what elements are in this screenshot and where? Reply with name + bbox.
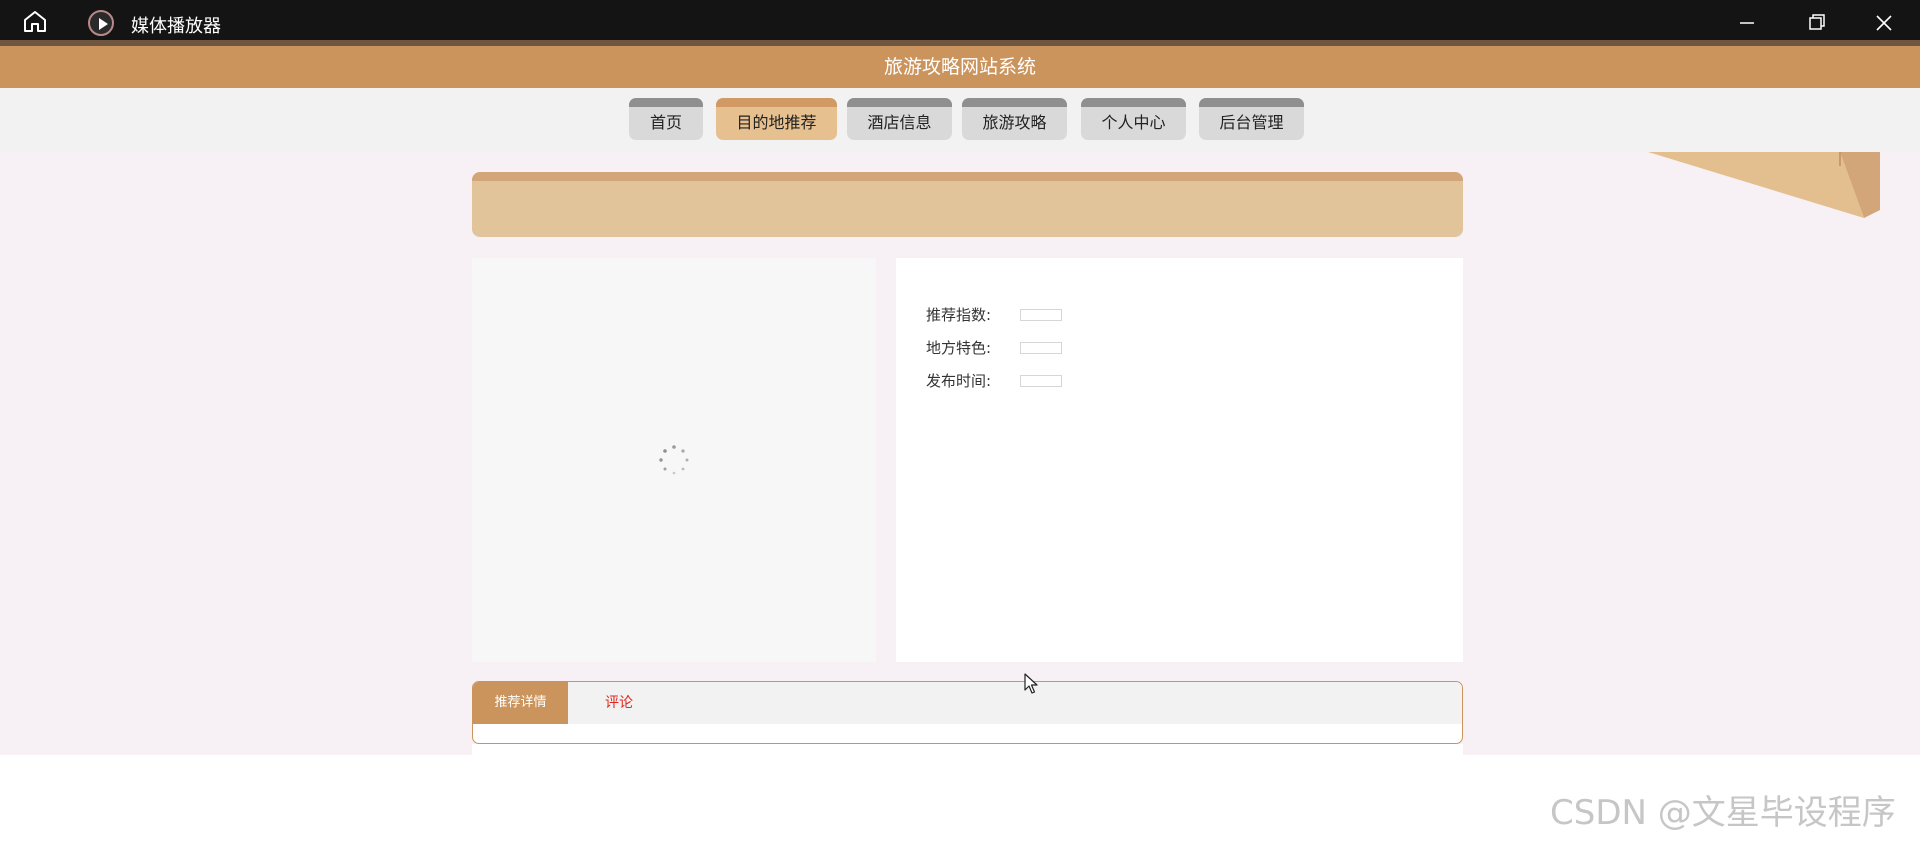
recommend-index-label: 推荐指数:: [926, 306, 992, 324]
nav-home[interactable]: 首页: [629, 98, 703, 140]
nav-admin[interactable]: 后台管理: [1199, 98, 1304, 140]
tab-recommend-detail[interactable]: 推荐详情: [473, 682, 568, 724]
loading-spinner-icon: [659, 445, 689, 475]
local-feature-value: [1020, 342, 1062, 354]
title-banner: [472, 172, 1463, 237]
site-header: 旅游攻略网站系统: [0, 40, 1920, 88]
decorative-box-corner: [1648, 152, 1880, 218]
nav-hotel-info[interactable]: 酒店信息: [847, 98, 952, 140]
main-nav: 首页 目的地推荐 酒店信息 旅游攻略 个人中心 后台管理: [0, 88, 1920, 152]
tabs-header: 推荐详情 评论: [473, 682, 1462, 724]
restore-icon[interactable]: [1796, 6, 1836, 38]
detail-tabs: 推荐详情 评论: [472, 681, 1463, 744]
recommend-index-value: [1020, 309, 1062, 321]
media-player-icon: [88, 10, 114, 36]
publish-time-value: [1020, 375, 1062, 387]
window-title: 媒体播放器: [131, 16, 221, 37]
nav-personal-center[interactable]: 个人中心: [1081, 98, 1186, 140]
minimize-icon[interactable]: [1727, 6, 1767, 38]
site-title: 旅游攻略网站系统: [883, 56, 1036, 78]
nav-destination-recommend[interactable]: 目的地推荐: [716, 98, 837, 140]
close-icon[interactable]: [1864, 6, 1904, 38]
home-icon[interactable]: [20, 10, 50, 32]
watermark: CSDN @文星毕设程序: [1550, 793, 1896, 833]
nav-travel-guides[interactable]: 旅游攻略: [962, 98, 1067, 140]
tab-comments[interactable]: 评论: [605, 682, 633, 724]
destination-info-panel: 推荐指数: 地方特色: 发布时间:: [896, 258, 1463, 662]
publish-time-label: 发布时间:: [926, 372, 992, 390]
tabs-content-area: [472, 744, 1463, 755]
destination-image: [472, 258, 876, 662]
window-titlebar: 媒体播放器: [0, 0, 1920, 40]
mouse-cursor-icon: [1024, 673, 1038, 694]
local-feature-label: 地方特色:: [926, 339, 992, 357]
